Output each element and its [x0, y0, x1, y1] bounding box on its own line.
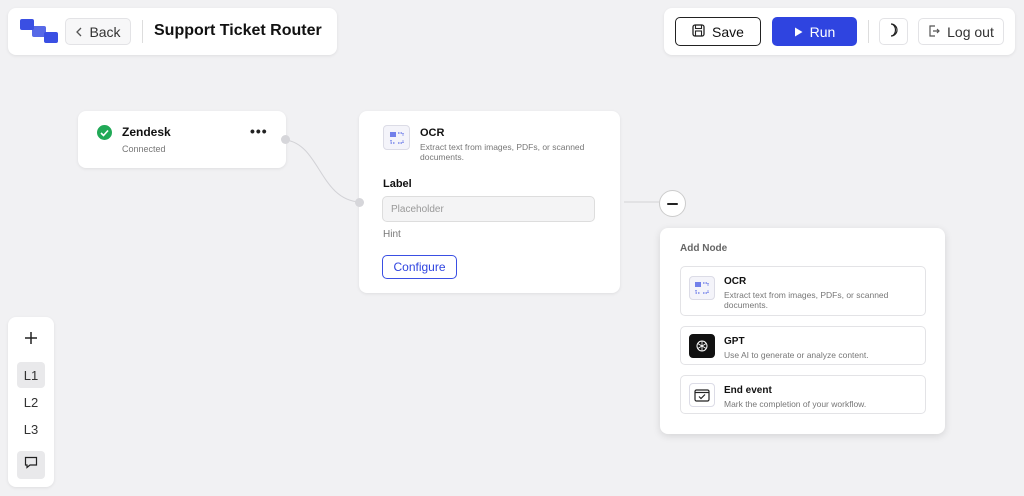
app-logo[interactable]	[20, 19, 64, 45]
option-title: OCR	[724, 276, 747, 287]
minus-icon	[667, 202, 678, 205]
zendesk-node[interactable]: Zendesk Connected •••	[78, 111, 286, 168]
save-icon	[692, 23, 705, 40]
back-label: Back	[89, 23, 121, 40]
level-button-l2[interactable]: L2	[17, 389, 45, 415]
field-hint: Hint	[383, 229, 401, 240]
option-description: Mark the completion of your workflow.	[724, 399, 867, 409]
save-label: Save	[712, 23, 744, 40]
add-node-panel: Add Node OCR Extract text from images, P…	[660, 228, 945, 434]
chevron-left-icon	[75, 24, 83, 40]
option-description: Use AI to generate or analyze content.	[724, 350, 869, 360]
end-event-icon	[689, 383, 715, 407]
node-title: Zendesk	[122, 125, 171, 139]
level-button-l1[interactable]: L1	[17, 362, 45, 388]
comment-button[interactable]	[17, 451, 45, 479]
logout-button[interactable]: Log out	[918, 18, 1004, 45]
node-status: Connected	[122, 144, 166, 154]
option-title: End event	[724, 385, 772, 396]
more-options-icon[interactable]: •••	[250, 123, 268, 139]
add-node-title: Add Node	[680, 243, 728, 254]
back-button[interactable]: Back	[65, 18, 131, 45]
output-port[interactable]	[281, 135, 290, 144]
header-divider	[142, 20, 143, 43]
add-node-option-gpt[interactable]: GPT Use AI to generate or analyze conten…	[680, 326, 926, 365]
logout-label: Log out	[947, 23, 994, 40]
save-button[interactable]: Save	[675, 17, 761, 46]
run-label: Run	[809, 23, 836, 40]
toolbar-divider	[868, 20, 869, 43]
label-field-label: Label	[383, 178, 412, 190]
page-title: Support Ticket Router	[154, 22, 322, 39]
option-title: GPT	[724, 336, 745, 347]
configure-button[interactable]: Configure	[382, 255, 457, 279]
gpt-icon	[689, 334, 715, 358]
ocr-icon	[689, 276, 715, 300]
add-node-option-ocr[interactable]: OCR Extract text from images, PDFs, or s…	[680, 266, 926, 316]
toolbar: Save Run Log out	[664, 8, 1015, 55]
node-description: Extract text from images, PDFs, or scann…	[420, 142, 585, 162]
option-description: Extract text from images, PDFs, or scann…	[724, 290, 889, 310]
logout-icon	[928, 24, 940, 40]
input-port[interactable]	[355, 198, 364, 207]
level-button-l3[interactable]: L3	[17, 416, 45, 442]
check-circle-icon	[97, 125, 112, 140]
ocr-icon	[383, 125, 410, 150]
add-button[interactable]	[17, 326, 45, 354]
collapse-add-node-button[interactable]	[659, 190, 686, 217]
add-node-option-end-event[interactable]: End event Mark the completion of your wo…	[680, 375, 926, 414]
run-button[interactable]: Run	[772, 17, 857, 46]
ocr-node[interactable]: OCR Extract text from images, PDFs, or s…	[359, 111, 620, 293]
plus-icon	[24, 331, 38, 350]
canvas-toolbar: L1 L2 L3	[8, 317, 54, 487]
node-title: OCR	[420, 127, 445, 139]
play-icon	[794, 24, 803, 40]
comment-icon	[24, 456, 38, 474]
moon-icon	[888, 23, 900, 40]
label-input[interactable]	[382, 196, 595, 222]
header-bar: Back Support Ticket Router	[8, 8, 337, 55]
theme-toggle-button[interactable]	[879, 18, 908, 45]
